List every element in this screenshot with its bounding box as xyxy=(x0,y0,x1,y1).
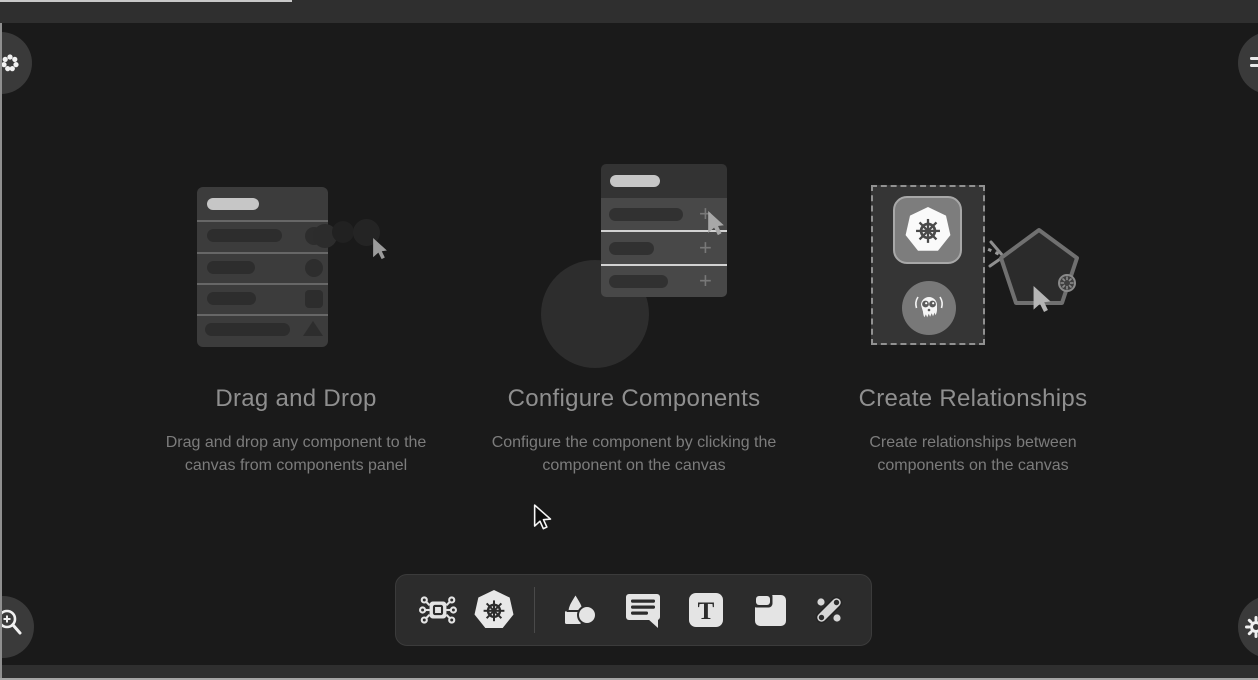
svg-text:T: T xyxy=(698,598,715,625)
zoom-in-button[interactable] xyxy=(0,596,34,658)
design-canvas[interactable]: + + + xyxy=(0,0,1258,680)
card-title-configure-components: Configure Components xyxy=(484,385,784,413)
row-label-pill xyxy=(609,242,654,255)
config-panel-header xyxy=(601,164,727,198)
drag-trail-circle xyxy=(332,221,354,243)
top-chrome-bar xyxy=(0,0,1258,23)
row-label-pill xyxy=(205,323,290,336)
relationship-link-tool[interactable] xyxy=(801,587,857,633)
kubernetes-icon xyxy=(905,207,951,253)
meshery-flower-icon xyxy=(0,53,20,73)
config-row: + xyxy=(601,232,727,265)
comment-icon xyxy=(623,591,663,629)
kubernetes-icon xyxy=(474,590,514,630)
card-description: Configure the component by clicking the … xyxy=(484,431,784,477)
config-row: + xyxy=(601,266,727,297)
shapes-tool[interactable] xyxy=(547,587,610,633)
card-description: Create relationships between components … xyxy=(861,431,1085,477)
illustration-cursor-icon xyxy=(706,211,726,236)
row-label-pill xyxy=(609,208,683,221)
panel-divider xyxy=(197,314,328,316)
row-label-pill xyxy=(207,261,255,274)
relationship-link-icon xyxy=(809,590,849,630)
squid-mascot-icon xyxy=(909,288,949,328)
component-triangle-thumb xyxy=(303,321,323,336)
kubernetes-component-node xyxy=(893,196,962,264)
card-description: Drag and drop any component to the canva… xyxy=(161,431,431,477)
settings-gear-button[interactable] xyxy=(1238,596,1258,658)
top-edge-highlight xyxy=(0,0,292,2)
row-label-pill xyxy=(609,275,668,288)
components-chip-icon xyxy=(419,591,457,629)
card-title-create-relationships: Create Relationships xyxy=(823,385,1123,413)
panel-divider xyxy=(197,252,328,254)
text-tool[interactable]: T xyxy=(674,587,737,633)
illustration-cursor-icon xyxy=(371,238,389,260)
panel-toggle-button[interactable] xyxy=(1238,32,1258,94)
add-config-icon: + xyxy=(699,238,712,258)
notes-tool[interactable] xyxy=(738,587,801,633)
shapes-icon xyxy=(559,590,599,630)
comment-tool[interactable] xyxy=(611,587,674,633)
meshery-mascot-node xyxy=(902,281,956,335)
mouse-cursor xyxy=(532,504,552,530)
zoom-in-icon xyxy=(0,608,24,638)
canvas-toolbar: T xyxy=(395,574,872,646)
settings-gear-icon xyxy=(1245,616,1258,638)
toolbar-divider xyxy=(534,587,536,633)
meshery-flower-button[interactable] xyxy=(0,32,32,94)
row-label-pill xyxy=(207,292,256,305)
kubernetes-tool[interactable] xyxy=(466,587,522,633)
component-square-thumb xyxy=(305,290,323,308)
card-title-drag-and-drop: Drag and Drop xyxy=(146,385,446,413)
text-tool-icon: T xyxy=(687,591,725,629)
panel-toggle-icon xyxy=(1248,54,1258,72)
notes-icon xyxy=(751,591,789,629)
bottom-chrome-bar xyxy=(0,665,1258,678)
panel-divider xyxy=(197,220,328,222)
components-chip-tool[interactable] xyxy=(410,587,466,633)
panel-search-pill xyxy=(207,198,259,210)
add-config-icon: + xyxy=(699,271,712,291)
row-label-pill xyxy=(207,229,282,242)
components-panel-illustration xyxy=(197,187,328,347)
panel-divider xyxy=(197,283,328,285)
component-circle-thumb xyxy=(305,259,323,277)
left-edge-highlight xyxy=(0,23,2,678)
panel-title-pill xyxy=(610,175,660,187)
illustration-cursor-icon xyxy=(1031,286,1053,313)
